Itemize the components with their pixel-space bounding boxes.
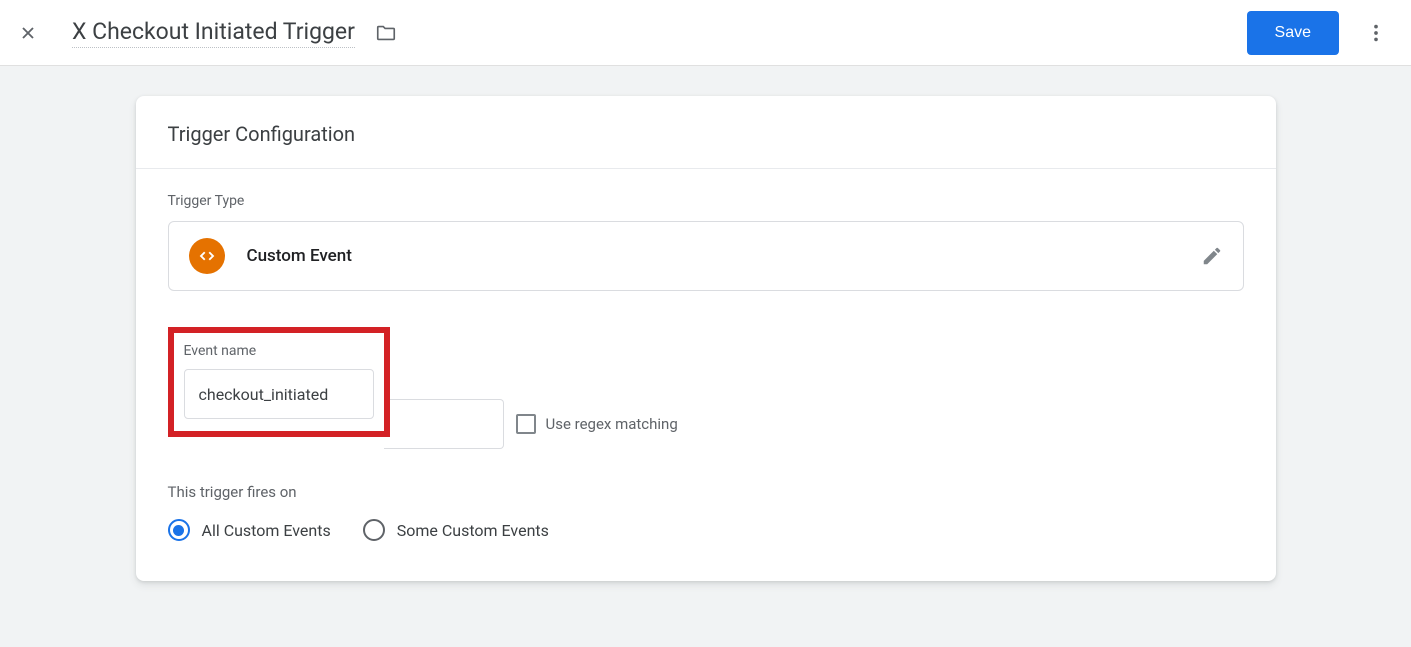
event-name-input-extension[interactable] xyxy=(384,399,504,449)
radio-all[interactable] xyxy=(168,519,190,541)
trigger-type-label: Trigger Type xyxy=(168,193,1244,209)
radio-some-label: Some Custom Events xyxy=(397,521,549,540)
radio-option-some[interactable]: Some Custom Events xyxy=(363,519,549,541)
config-card: Trigger Configuration Trigger Type Custo… xyxy=(136,96,1276,581)
fires-on-section: This trigger fires on All Custom Events … xyxy=(168,483,1244,541)
close-icon[interactable] xyxy=(16,21,40,45)
card-title: Trigger Configuration xyxy=(136,96,1276,169)
highlight-annotation: Event name xyxy=(168,327,390,437)
folder-icon[interactable] xyxy=(375,22,397,44)
edit-icon[interactable] xyxy=(1201,245,1223,267)
event-name-label: Event name xyxy=(184,343,374,359)
card-body: Trigger Type Custom Event Event name xyxy=(136,169,1276,581)
fires-on-label: This trigger fires on xyxy=(168,483,1244,501)
radio-option-all[interactable]: All Custom Events xyxy=(168,519,331,541)
regex-checkbox[interactable] xyxy=(516,414,536,434)
header-bar: X Checkout Initiated Trigger Save xyxy=(0,0,1411,66)
more-options-icon[interactable] xyxy=(1357,14,1395,52)
page-title[interactable]: X Checkout Initiated Trigger xyxy=(72,18,355,48)
trigger-type-selector[interactable]: Custom Event xyxy=(168,221,1244,291)
trigger-type-value: Custom Event xyxy=(247,246,1201,266)
regex-option: Use regex matching xyxy=(516,399,678,449)
event-name-input[interactable] xyxy=(184,369,374,419)
event-name-section: Event name Use regex matching xyxy=(168,327,1244,467)
radio-some[interactable] xyxy=(363,519,385,541)
regex-label: Use regex matching xyxy=(546,415,678,433)
content-area: Trigger Configuration Trigger Type Custo… xyxy=(0,66,1411,611)
custom-event-icon xyxy=(189,238,225,274)
save-button[interactable]: Save xyxy=(1247,11,1339,55)
radio-group: All Custom Events Some Custom Events xyxy=(168,519,1244,541)
radio-all-label: All Custom Events xyxy=(202,521,331,540)
